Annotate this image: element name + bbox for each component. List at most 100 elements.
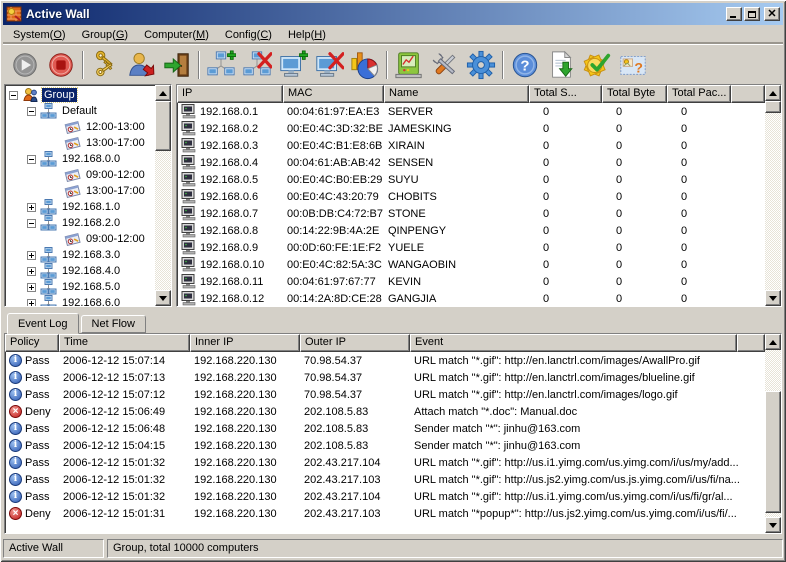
computer-row[interactable]: 192.168.0.10 00:E0:4C:82:5A:3C WANGAOBIN… bbox=[177, 256, 765, 273]
computer-total-size: 0 bbox=[529, 276, 602, 288]
event-row[interactable]: Pass 2006-12-12 15:01:32 192.168.220.130… bbox=[5, 454, 765, 471]
tools-button[interactable] bbox=[427, 48, 463, 82]
netflow-button[interactable] bbox=[391, 48, 427, 82]
computer-row[interactable]: 192.168.0.7 00:0B:DB:C4:72:B7 STONE 0 0 … bbox=[177, 205, 765, 222]
tree-expand-toggle[interactable] bbox=[27, 251, 36, 260]
menu-config[interactable]: Config(C) bbox=[217, 27, 280, 43]
event-inner-ip: 192.168.220.130 bbox=[190, 372, 300, 384]
event-row[interactable]: Pass 2006-12-12 15:07:12 192.168.220.130… bbox=[5, 386, 765, 403]
event-outer-ip: 202.108.5.83 bbox=[300, 423, 410, 435]
tree-scrollbar[interactable] bbox=[155, 85, 171, 306]
tree-item-label: 192.168.0.0 bbox=[60, 152, 122, 166]
delete-group-button[interactable] bbox=[239, 48, 275, 82]
computer-row[interactable]: 192.168.0.1 00:04:61:97:EA:E3 SERVER 0 0… bbox=[177, 103, 765, 120]
menu-system[interactable]: System(O) bbox=[5, 27, 74, 43]
event-row[interactable]: Pass 2006-12-12 15:07:13 192.168.220.130… bbox=[5, 369, 765, 386]
tree-item[interactable]: 09:00-12:00 bbox=[5, 167, 155, 183]
tree-expand-toggle[interactable] bbox=[27, 203, 36, 212]
password-button[interactable] bbox=[87, 48, 123, 82]
column-header-total-pac[interactable]: Total Pac... bbox=[667, 85, 731, 103]
events-scrollbar[interactable] bbox=[765, 334, 781, 533]
column-header-event[interactable]: Event bbox=[410, 334, 737, 352]
start-button[interactable] bbox=[7, 48, 43, 82]
tree-item[interactable]: 12:00-13:00 bbox=[5, 119, 155, 135]
computer-total-size: 0 bbox=[529, 174, 602, 186]
computer-row[interactable]: 192.168.0.5 00:E0:4C:B0:EB:29 SUYU 0 0 0 bbox=[177, 171, 765, 188]
tree-item[interactable]: Group bbox=[5, 87, 155, 103]
tree-item[interactable]: 192.168.2.0 bbox=[5, 215, 155, 231]
exit-button[interactable] bbox=[159, 48, 195, 82]
maximize-button[interactable] bbox=[744, 7, 760, 21]
event-inner-ip: 192.168.220.130 bbox=[190, 491, 300, 503]
tree-item[interactable]: 192.168.0.0 bbox=[5, 151, 155, 167]
add-group-button[interactable] bbox=[203, 48, 239, 82]
minimize-button[interactable] bbox=[726, 7, 742, 21]
tree-expand-toggle[interactable] bbox=[9, 91, 18, 100]
tree-scroll-thumb[interactable] bbox=[155, 101, 171, 151]
help-button[interactable]: ? bbox=[507, 48, 543, 82]
event-time: 2006-12-12 15:07:13 bbox=[59, 372, 190, 384]
tree-item[interactable]: 13:00-17:00 bbox=[5, 183, 155, 199]
add-computer-button[interactable] bbox=[275, 48, 311, 82]
tree-item[interactable]: 192.168.5.0 bbox=[5, 279, 155, 295]
column-header-policy[interactable]: Policy bbox=[5, 334, 59, 352]
close-button[interactable]: ✕ bbox=[764, 7, 780, 21]
column-header-total-size[interactable]: Total S... bbox=[529, 85, 602, 103]
tree-expand-toggle[interactable] bbox=[27, 283, 36, 292]
tab-event-log[interactable]: Event Log bbox=[7, 313, 79, 334]
column-header-outer-ip[interactable]: Outer IP bbox=[300, 334, 410, 352]
tree-item[interactable]: 09:00-12:00 bbox=[5, 231, 155, 247]
event-row[interactable]: Pass 2006-12-12 15:04:15 192.168.220.130… bbox=[5, 437, 765, 454]
tree-item[interactable]: 13:00-17:00 bbox=[5, 135, 155, 151]
tree-expand-toggle[interactable] bbox=[27, 155, 36, 164]
event-row[interactable]: Pass 2006-12-12 15:07:14 192.168.220.130… bbox=[5, 352, 765, 369]
tree-expand-toggle[interactable] bbox=[27, 107, 36, 116]
column-header-inner-ip[interactable]: Inner IP bbox=[190, 334, 300, 352]
tree-expand-toggle[interactable] bbox=[27, 267, 36, 276]
title-bar: Active Wall ✕ bbox=[3, 3, 783, 25]
about-button[interactable]: ? bbox=[615, 48, 651, 82]
delete-computer-button[interactable] bbox=[311, 48, 347, 82]
stop-button[interactable] bbox=[43, 48, 79, 82]
events-scroll-thumb[interactable] bbox=[765, 391, 781, 513]
tree-item[interactable]: Default bbox=[5, 103, 155, 119]
tree-item[interactable]: 192.168.1.0 bbox=[5, 199, 155, 215]
column-header-ip[interactable]: IP bbox=[177, 85, 283, 103]
logout-button[interactable] bbox=[123, 48, 159, 82]
tree-item-label: 192.168.6.0 bbox=[60, 296, 122, 306]
config-button[interactable] bbox=[463, 48, 499, 82]
update-button[interactable] bbox=[543, 48, 579, 82]
tree-item[interactable]: 192.168.3.0 bbox=[5, 247, 155, 263]
computer-row[interactable]: 192.168.0.11 00:04:61:97:67:77 KEVIN 0 0… bbox=[177, 273, 765, 290]
computer-row[interactable]: 192.168.0.12 00:14:2A:8D:CE:28 GANGJIA 0… bbox=[177, 290, 765, 306]
event-row[interactable]: Pass 2006-12-12 15:06:48 192.168.220.130… bbox=[5, 420, 765, 437]
menu-computer[interactable]: Computer(M) bbox=[136, 27, 217, 43]
tab-net-flow[interactable]: Net Flow bbox=[81, 315, 146, 333]
computers-scrollbar[interactable] bbox=[765, 85, 781, 306]
register-button[interactable] bbox=[579, 48, 615, 82]
computer-row[interactable]: 192.168.0.3 00:E0:4C:B1:E8:6B XIRAIN 0 0… bbox=[177, 137, 765, 154]
column-header-total-byte[interactable]: Total Byte bbox=[602, 85, 667, 103]
column-header-name[interactable]: Name bbox=[384, 85, 529, 103]
event-row[interactable]: Deny 2006-12-12 15:06:49 192.168.220.130… bbox=[5, 403, 765, 420]
tree-expand-toggle[interactable] bbox=[27, 299, 36, 307]
menu-help[interactable]: Help(H) bbox=[280, 27, 334, 43]
tree-item[interactable]: 192.168.6.0 bbox=[5, 295, 155, 306]
tree-expand-toggle[interactable] bbox=[27, 219, 36, 228]
computer-row[interactable]: 192.168.0.6 00:E0:4C:43:20:79 CHOBITS 0 … bbox=[177, 188, 765, 205]
statistics-button[interactable] bbox=[347, 48, 383, 82]
event-row[interactable]: Pass 2006-12-12 15:01:32 192.168.220.130… bbox=[5, 488, 765, 505]
computer-row[interactable]: 192.168.0.8 00:14:22:9B:4A:2E QINPENGY 0… bbox=[177, 222, 765, 239]
exit-door-icon bbox=[162, 50, 192, 80]
start-icon bbox=[10, 50, 40, 80]
computer-row[interactable]: 192.168.0.4 00:04:61:AB:AB:42 SENSEN 0 0… bbox=[177, 154, 765, 171]
event-row[interactable]: Pass 2006-12-12 15:01:32 192.168.220.130… bbox=[5, 471, 765, 488]
computer-row[interactable]: 192.168.0.2 00:E0:4C:3D:32:BE JAMESKING … bbox=[177, 120, 765, 137]
tree-item[interactable]: 192.168.4.0 bbox=[5, 263, 155, 279]
menu-group[interactable]: Group(G) bbox=[74, 27, 136, 43]
column-header-time[interactable]: Time bbox=[59, 334, 190, 352]
event-row[interactable]: Deny 2006-12-12 15:01:31 192.168.220.130… bbox=[5, 505, 765, 522]
computer-row[interactable]: 192.168.0.9 00:0D:60:FE:1E:F2 YUELE 0 0 … bbox=[177, 239, 765, 256]
computers-scroll-thumb[interactable] bbox=[765, 101, 781, 113]
column-header-mac[interactable]: MAC bbox=[283, 85, 384, 103]
